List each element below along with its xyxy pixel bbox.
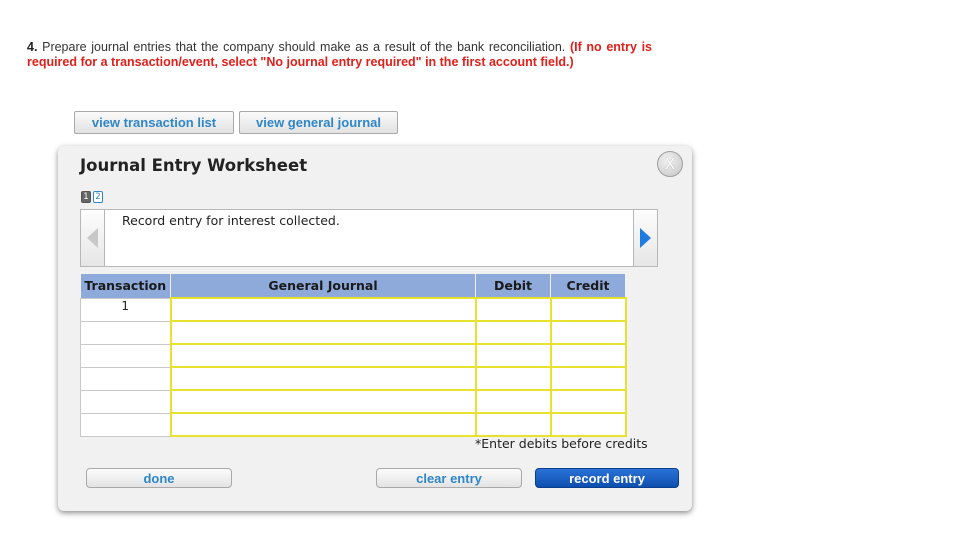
- transaction-cell: 1: [80, 297, 171, 322]
- debits-note: *Enter debits before credits: [475, 436, 648, 451]
- credit-input[interactable]: [549, 389, 627, 414]
- clear-entry-button[interactable]: clear entry: [376, 468, 522, 488]
- previous-entry-button[interactable]: [80, 209, 105, 267]
- column-header-credit: Credit: [550, 274, 626, 298]
- debit-input[interactable]: [474, 320, 552, 345]
- column-header-transaction: Transaction: [80, 274, 171, 298]
- credit-input[interactable]: [549, 343, 627, 368]
- arrow-right-icon: [640, 228, 651, 248]
- close-icon[interactable]: X: [657, 151, 683, 177]
- view-transaction-list-button[interactable]: view transaction list: [74, 111, 234, 134]
- done-button[interactable]: done: [86, 468, 232, 488]
- table-row: [80, 343, 627, 368]
- entry-prompt-area: Record entry for interest collected.: [80, 209, 659, 267]
- column-header-debit: Debit: [475, 274, 551, 298]
- debit-input[interactable]: [474, 343, 552, 368]
- table-row: [80, 366, 627, 391]
- question-number: 4.: [27, 40, 38, 54]
- transaction-cell: [80, 320, 171, 345]
- account-input[interactable]: [169, 320, 477, 345]
- credit-input[interactable]: [549, 412, 627, 437]
- next-entry-button[interactable]: [633, 209, 658, 267]
- debit-input[interactable]: [474, 297, 552, 322]
- entry-prompt: Record entry for interest collected.: [105, 209, 633, 267]
- debit-input[interactable]: [474, 412, 552, 437]
- worksheet-title: Journal Entry Worksheet: [80, 156, 308, 175]
- worksheet-pager: 1 2: [81, 191, 103, 203]
- account-input[interactable]: [169, 412, 477, 437]
- view-general-journal-button[interactable]: view general journal: [239, 111, 398, 134]
- journal-table: Transaction General Journal Debit Credit…: [80, 274, 627, 437]
- account-input[interactable]: [169, 343, 477, 368]
- question-text: 4. Prepare journal entries that the comp…: [27, 40, 652, 70]
- credit-input[interactable]: [549, 366, 627, 391]
- table-row: [80, 320, 627, 345]
- account-input[interactable]: [169, 366, 477, 391]
- column-header-general-journal: General Journal: [170, 274, 476, 298]
- credit-input[interactable]: [549, 297, 627, 322]
- account-input[interactable]: [169, 297, 477, 322]
- table-row: 1: [80, 297, 627, 322]
- page-2-button[interactable]: 2: [93, 191, 103, 203]
- debit-input[interactable]: [474, 389, 552, 414]
- record-entry-button[interactable]: record entry: [535, 468, 679, 488]
- transaction-cell: [80, 412, 171, 437]
- page-1-button[interactable]: 1: [81, 191, 91, 203]
- arrow-left-icon: [87, 228, 98, 248]
- table-row: [80, 389, 627, 414]
- transaction-cell: [80, 389, 171, 414]
- debit-input[interactable]: [474, 366, 552, 391]
- transaction-cell: [80, 366, 171, 391]
- table-row: [80, 412, 627, 437]
- journal-entry-worksheet-panel: Journal Entry Worksheet X 1 2 Record ent…: [58, 146, 692, 511]
- credit-input[interactable]: [549, 320, 627, 345]
- account-input[interactable]: [169, 389, 477, 414]
- transaction-cell: [80, 343, 171, 368]
- question-body: Prepare journal entries that the company…: [42, 40, 566, 54]
